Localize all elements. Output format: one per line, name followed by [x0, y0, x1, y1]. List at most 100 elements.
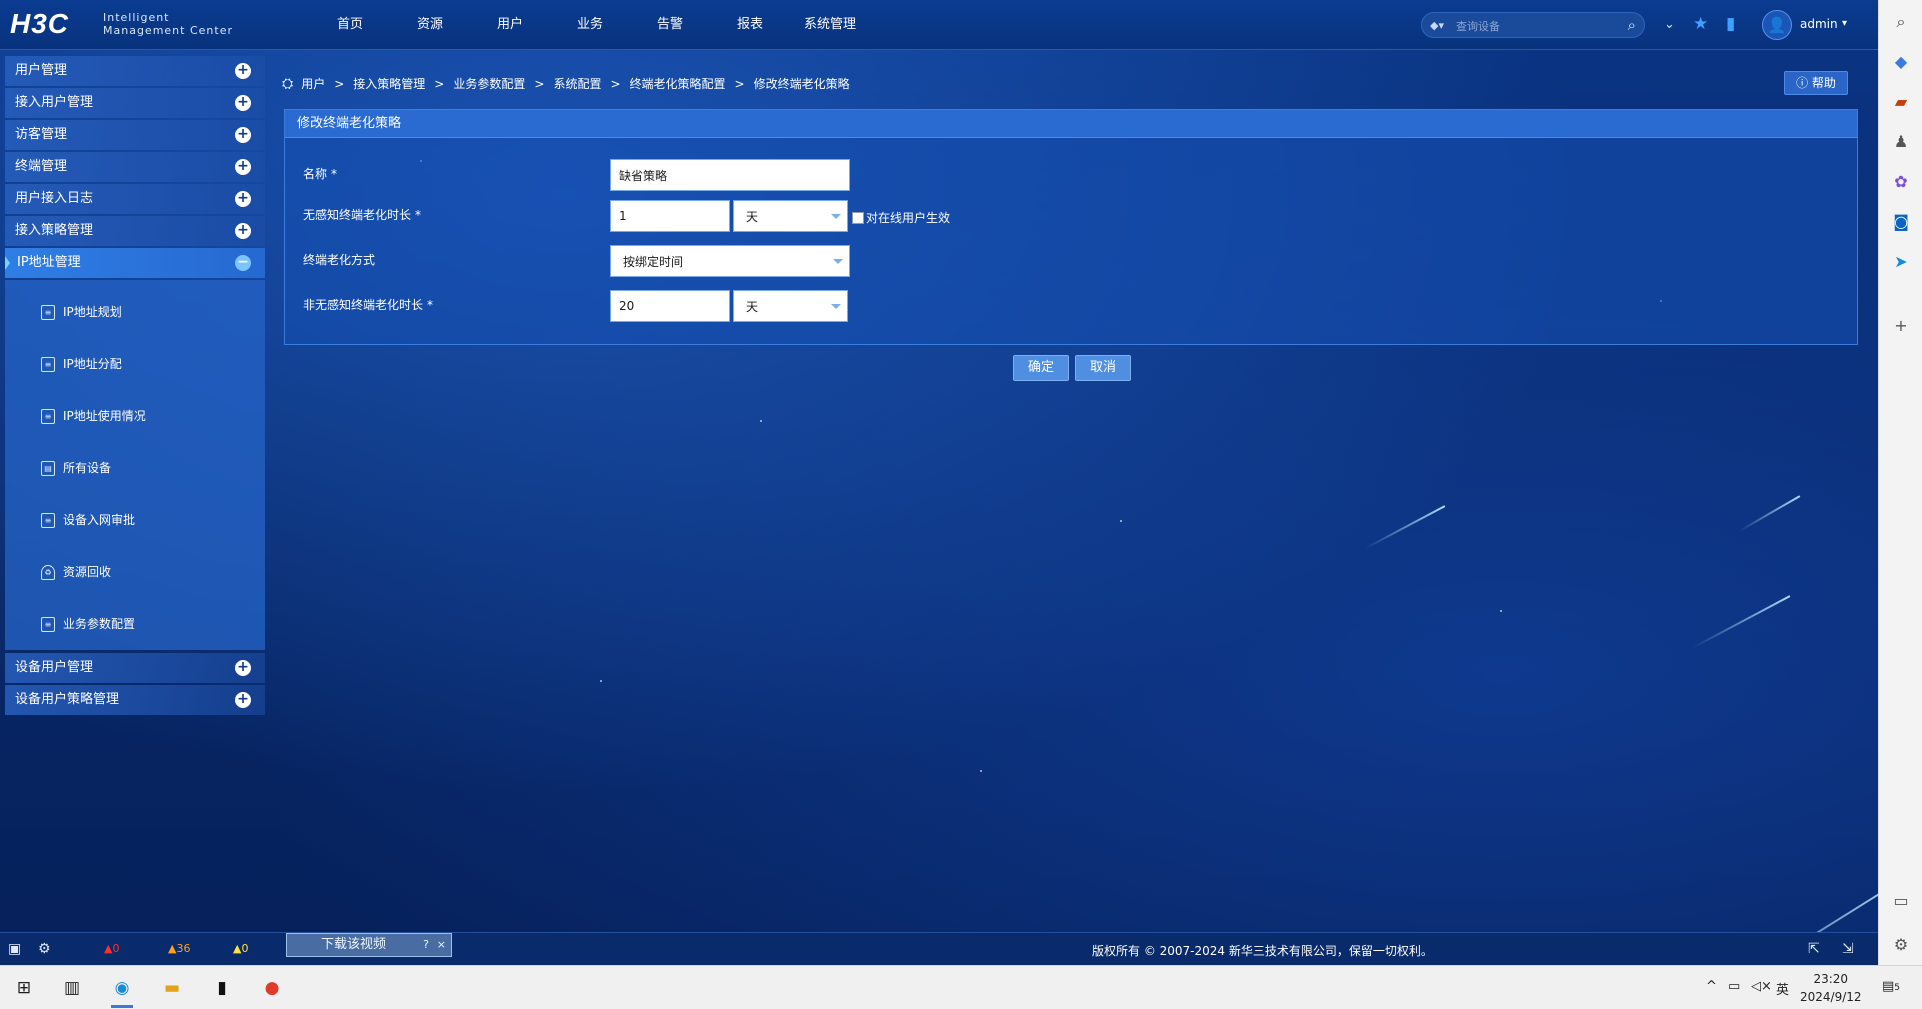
- breadcrumb-item[interactable]: 用户: [301, 75, 325, 92]
- tray-expand-icon[interactable]: ^: [1706, 979, 1717, 994]
- bookmark-icon[interactable]: ▮: [1726, 14, 1735, 34]
- menu-access-user-management[interactable]: 接入用户管理 +: [5, 88, 265, 118]
- breadcrumb-item[interactable]: 接入策略管理: [353, 75, 425, 92]
- file-explorer-icon[interactable]: ▬: [158, 974, 186, 1002]
- submenu-device-approval[interactable]: ≡ 设备入网审批: [5, 494, 265, 546]
- nav-user[interactable]: 用户: [470, 0, 550, 50]
- major-alarm-count[interactable]: ▲36: [168, 942, 190, 955]
- people-icon[interactable]: ♟: [1891, 132, 1911, 152]
- menu-device-user-policy[interactable]: 设备用户策略管理 +: [5, 685, 265, 715]
- submenu-resource-recycle[interactable]: ♻ 资源回收: [5, 546, 265, 598]
- search-icon[interactable]: ⌕: [1628, 16, 1636, 34]
- bg-star: [760, 420, 762, 422]
- search-icon[interactable]: ⌕: [1891, 12, 1911, 32]
- online-users-checkbox-row[interactable]: 对在线用户生效: [852, 209, 950, 226]
- breadcrumb-item[interactable]: 业务参数配置: [453, 75, 525, 92]
- menu-user-management[interactable]: 用户管理 +: [5, 56, 265, 86]
- tag-icon[interactable]: ◆: [1891, 52, 1911, 72]
- menu-label: 用户接入日志: [15, 191, 94, 206]
- collapse-minus-icon[interactable]: −: [235, 255, 251, 271]
- submenu-all-devices[interactable]: ▤ 所有设备: [5, 442, 265, 494]
- menu-access-policy[interactable]: 接入策略管理 +: [5, 216, 265, 246]
- menu-guest-management[interactable]: 访客管理 +: [5, 120, 265, 150]
- expand-plus-icon[interactable]: +: [235, 191, 251, 207]
- settings-sync-icon[interactable]: ⚙: [38, 941, 51, 957]
- expand-plus-icon[interactable]: +: [235, 95, 251, 111]
- expand-plus-icon[interactable]: +: [235, 692, 251, 708]
- breadcrumb-item[interactable]: 系统配置: [553, 75, 601, 92]
- device-type-icon[interactable]: ◆▾: [1430, 19, 1444, 32]
- nav-resource[interactable]: 资源: [390, 0, 470, 50]
- app-swirl-icon[interactable]: ●: [258, 974, 286, 1002]
- star-favorite-icon[interactable]: ★: [1693, 14, 1708, 34]
- expand-plus-icon[interactable]: +: [235, 63, 251, 79]
- name-label: 名称 *: [303, 165, 337, 182]
- terminal-icon[interactable]: ▮: [208, 974, 236, 1002]
- breadcrumb-item[interactable]: 终端老化策略配置: [630, 75, 726, 92]
- add-icon[interactable]: +: [1891, 316, 1911, 336]
- network-icon[interactable]: ▭: [1728, 979, 1740, 994]
- user-name[interactable]: admin: [1800, 17, 1838, 31]
- download-close-icon[interactable]: ×: [437, 934, 446, 956]
- send-icon[interactable]: ➤: [1891, 252, 1911, 272]
- expand-plus-icon[interactable]: +: [235, 127, 251, 143]
- unaware-unit-select[interactable]: 天: [733, 200, 848, 232]
- ip-submenu: ≡ IP地址规划 ≡ IP地址分配 ≡ IP地址使用情况 ▤ 所有设备 ≡ 设备入网审批 …: [5, 280, 265, 650]
- h3c-logo[interactable]: H3C: [10, 8, 69, 40]
- nonaware-duration-input[interactable]: [610, 290, 730, 322]
- nav-home[interactable]: 首页: [310, 0, 390, 50]
- volume-muted-icon[interactable]: ◁×: [1751, 979, 1772, 994]
- user-avatar[interactable]: 👤: [1762, 10, 1792, 40]
- menu-ip-address-management[interactable]: IP地址管理 −: [5, 248, 265, 278]
- menu-device-user-management[interactable]: 设备用户管理 +: [5, 653, 265, 683]
- video-download-label[interactable]: 下载该视频: [321, 937, 386, 952]
- system-clock[interactable]: 23:20 2024/9/12: [1800, 970, 1862, 1006]
- outlook-icon[interactable]: ◙: [1891, 212, 1911, 232]
- aging-method-select[interactable]: 按绑定时间: [610, 245, 850, 277]
- online-users-checkbox-label[interactable]: 对在线用户生效: [866, 209, 950, 226]
- confirm-button[interactable]: 确定: [1013, 355, 1069, 381]
- submenu-ip-usage[interactable]: ≡ IP地址使用情况: [5, 390, 265, 442]
- nav-report[interactable]: 报表: [710, 0, 790, 50]
- cancel-button[interactable]: 取消: [1075, 355, 1131, 381]
- expand-plus-icon[interactable]: +: [235, 223, 251, 239]
- expand-plus-icon[interactable]: +: [235, 660, 251, 676]
- gear-icon[interactable]: ⚙: [1891, 935, 1911, 955]
- restore-right-icon[interactable]: ⇲: [1842, 941, 1854, 957]
- toolbox-icon[interactable]: ▰: [1891, 92, 1911, 112]
- window-icon[interactable]: ▣: [8, 941, 21, 957]
- name-input[interactable]: [610, 159, 850, 191]
- nonaware-unit-select[interactable]: 天: [733, 290, 848, 322]
- nav-alarm[interactable]: 告警: [630, 0, 710, 50]
- windows-taskbar: ⊞ ▥ ◉ ▬ ▮ ● ^ ▭ ◁× 英 23:20 2024/9/12 ▤5: [0, 965, 1922, 1009]
- submenu-ip-allocation[interactable]: ≡ IP地址分配: [5, 338, 265, 390]
- ime-indicator[interactable]: 英: [1776, 979, 1789, 998]
- notification-icon[interactable]: ▤5: [1882, 979, 1900, 994]
- download-help-icon[interactable]: ?: [423, 934, 429, 956]
- help-button[interactable]: ⓘ 帮助: [1784, 71, 1848, 95]
- user-menu-caret-icon[interactable]: ▾: [1842, 18, 1847, 29]
- video-download-widget[interactable]: 下载该视频 ? ×: [286, 933, 452, 957]
- menu-access-log[interactable]: 用户接入日志 +: [5, 184, 265, 214]
- bg-star: [1500, 610, 1502, 612]
- device-search-input[interactable]: [1456, 17, 1606, 35]
- menu-terminal-management[interactable]: 终端管理 +: [5, 152, 265, 182]
- bg-meteor: [1692, 595, 1791, 649]
- online-users-checkbox[interactable]: [852, 211, 864, 224]
- edge-browser-icon[interactable]: ◉: [108, 974, 136, 1008]
- copyright-text: 版权所有 © 2007-2024 新华三技术有限公司，保留一切权利。: [1092, 944, 1433, 958]
- expand-plus-icon[interactable]: +: [235, 159, 251, 175]
- task-view-icon[interactable]: ▥: [58, 974, 86, 1002]
- restore-left-icon[interactable]: ⇱: [1808, 941, 1820, 957]
- copilot-icon[interactable]: ✿: [1891, 172, 1911, 192]
- nav-system[interactable]: 系统管理: [790, 0, 870, 50]
- critical-alarm-count[interactable]: ▲0: [104, 942, 119, 955]
- screenshot-icon[interactable]: ▭: [1891, 891, 1911, 911]
- minor-alarm-count[interactable]: ▲0: [233, 942, 248, 955]
- submenu-ip-planning[interactable]: ≡ IP地址规划: [5, 286, 265, 338]
- unaware-duration-input[interactable]: [610, 200, 730, 232]
- submenu-service-params[interactable]: ≡ 业务参数配置: [5, 598, 265, 650]
- windows-start-icon[interactable]: ⊞: [10, 974, 38, 1002]
- chevron-down-icon[interactable]: ⌄: [1664, 17, 1675, 32]
- nav-service[interactable]: 业务: [550, 0, 630, 50]
